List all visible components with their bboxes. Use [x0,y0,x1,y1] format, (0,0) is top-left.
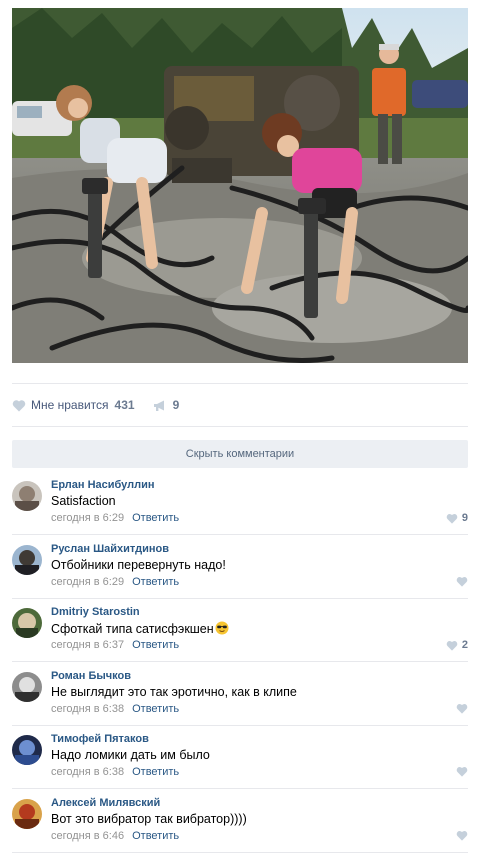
comment-meta: сегодня в 6:38 Ответить [51,766,179,778]
separator [12,426,468,427]
heart-icon [446,513,458,524]
comment-like-button[interactable] [456,576,468,587]
comment-like-button[interactable] [456,766,468,777]
comment-author[interactable]: Алексей Милявский [51,797,160,809]
separator [12,788,468,789]
comment-like-count: 2 [461,639,468,651]
separator [12,534,468,535]
like-count: 431 [114,398,135,412]
separator [12,661,468,662]
separator [12,598,468,599]
reply-button[interactable]: Ответить [132,766,179,778]
comment-like-button[interactable]: 9 [446,512,468,524]
like-label: Мне нравится [31,398,109,412]
heart-icon [456,767,468,777]
comment: Dmitriy Starostin Сфоткай типа сатисфэкш… [12,600,468,663]
comment-like-count: 9 [461,512,468,524]
comment-like-button[interactable] [456,830,468,841]
reply-button[interactable]: Ответить [132,703,179,715]
comment: Роман Бычков Не выглядит это так эротичн… [12,664,468,727]
avatar[interactable] [12,545,42,575]
post-photo-illustration [12,8,468,363]
reply-button[interactable]: Ответить [132,830,179,842]
comment-text: Надо ломики дать им было [51,748,210,762]
hide-comments-button[interactable]: Скрыть комментарии [12,440,468,468]
repost-button[interactable]: 9 [153,398,180,412]
separator [12,383,468,384]
comment-like-button[interactable]: 2 [446,639,468,651]
heart-icon [446,640,458,651]
comment-meta: сегодня в 6:38 Ответить [51,703,179,715]
comment-meta: сегодня в 6:46 Ответить [51,830,179,842]
avatar[interactable] [12,481,42,511]
comment-meta: сегодня в 6:29 Ответить [51,576,179,588]
comment-time[interactable]: сегодня в 6:29 [51,512,124,524]
comment-author[interactable]: Dmitriy Starostin [51,606,140,618]
comment-time[interactable]: сегодня в 6:37 [51,639,124,651]
sunglasses-emoji-icon [215,621,229,635]
reply-button[interactable]: Ответить [132,576,179,588]
comment-like-button[interactable] [456,703,468,714]
avatar[interactable] [12,735,42,765]
comment-meta: сегодня в 6:29 Ответить [51,512,179,524]
comment-text: Вот это вибратор так вибратор)))) [51,812,247,826]
comment-text: Отбойники перевернуть надо! [51,558,226,572]
reply-button[interactable]: Ответить [132,639,179,651]
heart-icon [456,577,468,587]
comment-text-row: Сфоткай типа сатисфэкшен [51,621,229,636]
post-photo[interactable] [12,8,468,363]
post-actions: Мне нравится 431 9 [12,396,179,414]
comment-time[interactable]: сегодня в 6:38 [51,703,124,715]
repost-count: 9 [172,398,180,412]
comment-author[interactable]: Руслан Шайхитдинов [51,543,169,555]
comment: Алексей Милявский Вот это вибратор так в… [12,791,468,854]
like-button[interactable]: Мне нравится 431 [12,398,135,412]
avatar[interactable] [12,672,42,702]
comment-meta: сегодня в 6:37 Ответить [51,639,179,651]
comment-time[interactable]: сегодня в 6:29 [51,576,124,588]
heart-icon [456,831,468,841]
megaphone-icon [153,400,164,411]
comment-author[interactable]: Роман Бычков [51,670,131,682]
reply-button[interactable]: Ответить [132,512,179,524]
comment-author[interactable]: Ерлан Насибуллин [51,479,155,491]
separator [12,852,468,853]
comment-author[interactable]: Тимофей Пятаков [51,733,149,745]
comment-text: Satisfaction [51,494,116,508]
heart-icon [456,704,468,714]
comment: Руслан Шайхитдинов Отбойники перевернуть… [12,537,468,600]
comment-text: Не выглядит это так эротично, как в клип… [51,685,297,699]
comment-time[interactable]: сегодня в 6:46 [51,830,124,842]
comment: Ерлан Насибуллин Satisfaction сегодня в … [12,473,468,536]
comment-time[interactable]: сегодня в 6:38 [51,766,124,778]
comment-text: Сфоткай типа сатисфэкшен [51,622,214,636]
separator [12,725,468,726]
comment: Тимофей Пятаков Надо ломики дать им было… [12,727,468,790]
avatar[interactable] [12,799,42,829]
heart-icon [12,399,26,411]
avatar[interactable] [12,608,42,638]
